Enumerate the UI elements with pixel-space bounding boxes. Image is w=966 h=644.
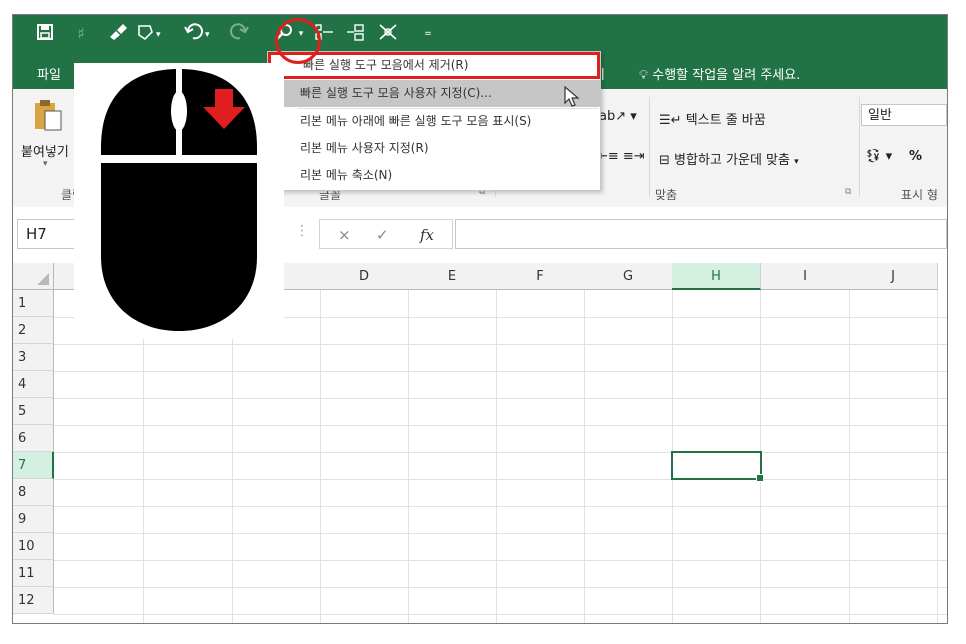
merge-center-button[interactable]: ⊟ 병합하고 가운데 맞춤 ▾ [659, 149, 799, 168]
number-format-select[interactable]: 일반 [861, 104, 947, 126]
row-header-10[interactable]: 10 [13, 533, 54, 560]
column-header-g[interactable]: G [584, 263, 673, 290]
redo-icon[interactable] [227, 23, 257, 45]
accounting-format-icon[interactable]: 💱︎ ▾ [865, 149, 892, 164]
column-header-h[interactable]: H [672, 263, 761, 290]
row-gridline [54, 344, 947, 345]
formula-buttons: × ✓ fx [319, 219, 453, 249]
paste-button[interactable]: 붙여넣기 [21, 141, 69, 160]
merge-dropdown-icon: ▾ [794, 157, 799, 167]
select-objects-icon[interactable] [375, 23, 401, 45]
percent-button[interactable]: % [909, 149, 922, 164]
menu-item-collapse-ribbon[interactable]: 리본 메뉴 축소(N) [268, 162, 600, 189]
indent-icons[interactable]: ⇤≡ ≡⇥ [597, 149, 645, 164]
undo-icon[interactable]: ▾ [183, 23, 215, 45]
paste-dropdown-icon[interactable]: ▾ [43, 159, 48, 169]
row-header-8[interactable]: 8 [13, 479, 54, 506]
merge-icon: ⊟ [659, 153, 670, 168]
quick-access-toolbar: ♯ ▾ ▾ ▾ = [13, 15, 947, 55]
touch-mode-icon[interactable]: ♯ [71, 23, 91, 45]
svg-text:▾: ▾ [156, 30, 161, 40]
column-gridline [320, 290, 321, 623]
menu-item-show-qat-below[interactable]: 리본 메뉴 아래에 빠른 실행 도구 모음 표시(S) [268, 108, 600, 135]
column-gridline [408, 290, 409, 623]
column-header-e[interactable]: E [408, 263, 497, 290]
row-gridline [54, 614, 947, 615]
shape-icon[interactable]: ▾ [135, 23, 165, 45]
alignment-group-label: 맞춤 [655, 188, 678, 202]
row-gridline [54, 587, 947, 588]
alignment-dialog-launcher-icon[interactable]: ⧉ [845, 187, 851, 197]
group-divider-3 [859, 97, 860, 197]
active-cell-h7[interactable] [671, 451, 764, 482]
lightbulb-icon: 💡︎ [639, 68, 649, 83]
column-gridline [496, 290, 497, 623]
paste-icon[interactable] [33, 99, 63, 134]
svg-text:▾: ▾ [205, 30, 210, 40]
number-group-label: 표시 형 [901, 188, 938, 202]
row-gridline [54, 371, 947, 372]
wrap-text-icon: ☰↵ [659, 113, 682, 128]
row-gridline [54, 506, 947, 507]
cancel-button[interactable]: × [338, 226, 351, 244]
row-header-6[interactable]: 6 [13, 425, 54, 452]
excel-window: ♯ ▾ ▾ ▾ = 파일 보기 💡︎ 수행할 [12, 14, 948, 624]
column-gridline [849, 290, 850, 623]
row-header-11[interactable]: 11 [13, 560, 54, 587]
tell-me-box[interactable]: 💡︎ 수행할 작업을 알려 주세요. [639, 64, 800, 83]
tab-file[interactable]: 파일 [37, 64, 61, 83]
group-divider-2 [649, 97, 650, 197]
merge-center-label: 병합하고 가운데 맞춤 [674, 153, 790, 168]
column-header-d[interactable]: D [320, 263, 409, 290]
wrap-text-button[interactable]: ☰↵ 텍스트 줄 바꿈 [659, 109, 766, 128]
enter-button[interactable]: ✓ [376, 226, 389, 244]
connector-icon[interactable] [343, 23, 369, 45]
row-gridline [54, 425, 947, 426]
insert-function-button[interactable]: fx [420, 226, 434, 244]
format-painter-icon[interactable] [105, 23, 131, 45]
column-gridline [232, 290, 233, 623]
column-gridline [584, 290, 585, 623]
row-gridline [54, 452, 947, 453]
row-header-7[interactable]: 7 [13, 452, 54, 479]
row-header-4[interactable]: 4 [13, 371, 54, 398]
row-gridline [54, 533, 947, 534]
column-header-j[interactable]: J [849, 263, 938, 290]
row-gridline [54, 560, 947, 561]
column-header-f[interactable]: F [496, 263, 585, 290]
mouse-pointer-icon [564, 85, 580, 111]
row-header-2[interactable]: 2 [13, 317, 54, 344]
row-header-3[interactable]: 3 [13, 344, 54, 371]
menu-item-remove-from-qat[interactable]: 빠른 실행 도구 모음에서 제거(R) [268, 52, 600, 79]
tell-me-text: 수행할 작업을 알려 주세요. [652, 68, 801, 83]
row-header-9[interactable]: 9 [13, 506, 54, 533]
highlight-circle [275, 18, 321, 64]
row-header-12[interactable]: 12 [13, 587, 54, 614]
column-gridline [937, 290, 938, 623]
column-gridline [143, 290, 144, 623]
save-icon[interactable] [33, 23, 57, 45]
menu-item-customize-qat[interactable]: 빠른 실행 도구 모음 사용자 지정(C)... [268, 80, 600, 107]
column-header-i[interactable]: I [761, 263, 850, 290]
select-all-button[interactable] [13, 263, 54, 290]
row-header-5[interactable]: 5 [13, 398, 54, 425]
mouse-right-click-icon [99, 67, 259, 331]
menu-item-customize-ribbon[interactable]: 리본 메뉴 사용자 지정(R) [268, 135, 600, 162]
qat-context-menu: 빠른 실행 도구 모음에서 제거(R) 빠른 실행 도구 모음 사용자 지정(C… [267, 51, 601, 191]
wrap-text-label: 텍스트 줄 바꿈 [685, 113, 766, 128]
orientation-icon[interactable]: ab↗ ▾ [599, 109, 637, 124]
mouse-illustration [74, 63, 284, 339]
formula-bar-grip: ⋮ [295, 223, 309, 239]
row-gridline [54, 479, 947, 480]
row-header-1[interactable]: 1 [13, 290, 54, 317]
customize-qat-caret[interactable]: = [421, 23, 435, 45]
row-gridline [54, 398, 947, 399]
formula-input[interactable] [455, 219, 947, 249]
